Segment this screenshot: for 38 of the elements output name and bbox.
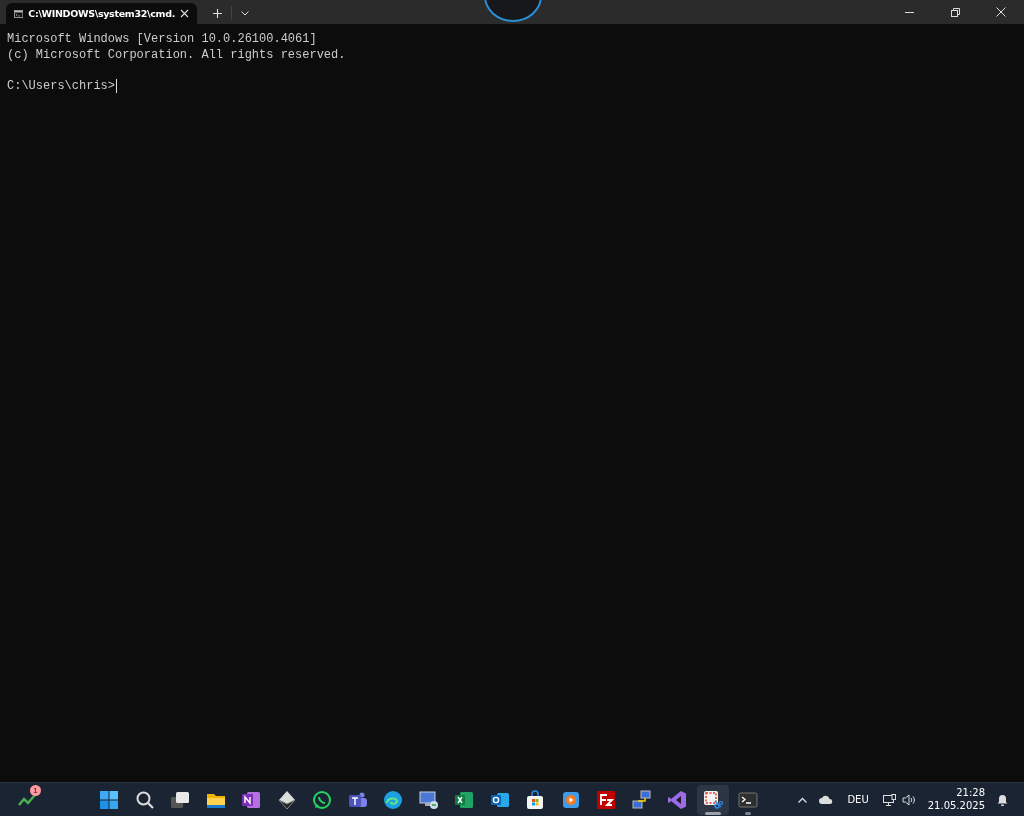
terminal-icon (738, 789, 759, 810)
close-icon (996, 7, 1006, 17)
notebook-icon (241, 789, 262, 810)
console-tab[interactable]: C:\WINDOWS\system32\cmd. (6, 3, 197, 24)
language-indicator[interactable]: DEU (841, 785, 875, 814)
clock-button[interactable]: 21:28 21.05.2025 (921, 785, 991, 814)
letter-tile-icon (596, 789, 617, 810)
console-text: Microsoft Windows [Version 10.0.26100.4061] (7, 32, 317, 48)
scissors-screenshot-icon (702, 789, 723, 810)
windows-tiles-icon (99, 789, 120, 810)
console-text: (c) Microsoft Corporation. All rights reserved. (7, 47, 346, 63)
minimize-icon (904, 11, 914, 13)
trend-line-icon (18, 793, 36, 806)
caret-icon (241, 11, 249, 16)
networked-computers-icon (631, 789, 652, 810)
chat-bubble-icon (312, 789, 333, 810)
monitor-icon (418, 789, 439, 810)
bell-icon (997, 793, 1008, 806)
shopping-bag-icon (525, 789, 546, 810)
restore-icon (950, 7, 960, 17)
tab-title: C:\WINDOWS\system32\cmd. (28, 8, 175, 19)
search-icon (134, 789, 155, 810)
chevron-up-icon (798, 796, 808, 803)
plus-icon (212, 9, 222, 18)
diamond-icon (276, 789, 297, 810)
ribbon-icon (667, 789, 688, 810)
cloud-icon (819, 795, 834, 804)
close-icon (180, 9, 189, 18)
notification-badge: 1 (30, 784, 41, 796)
console-icon (14, 8, 24, 19)
play-icon (560, 789, 581, 810)
network-icon (882, 793, 896, 806)
spreadsheet-icon (454, 789, 475, 810)
swirl-icon (383, 789, 404, 810)
stacked-windows-icon (170, 789, 191, 810)
taskbar-app-button[interactable] (696, 784, 729, 815)
speaker-icon (901, 793, 916, 806)
command-prompt: C:\Users\chris> (7, 78, 116, 94)
